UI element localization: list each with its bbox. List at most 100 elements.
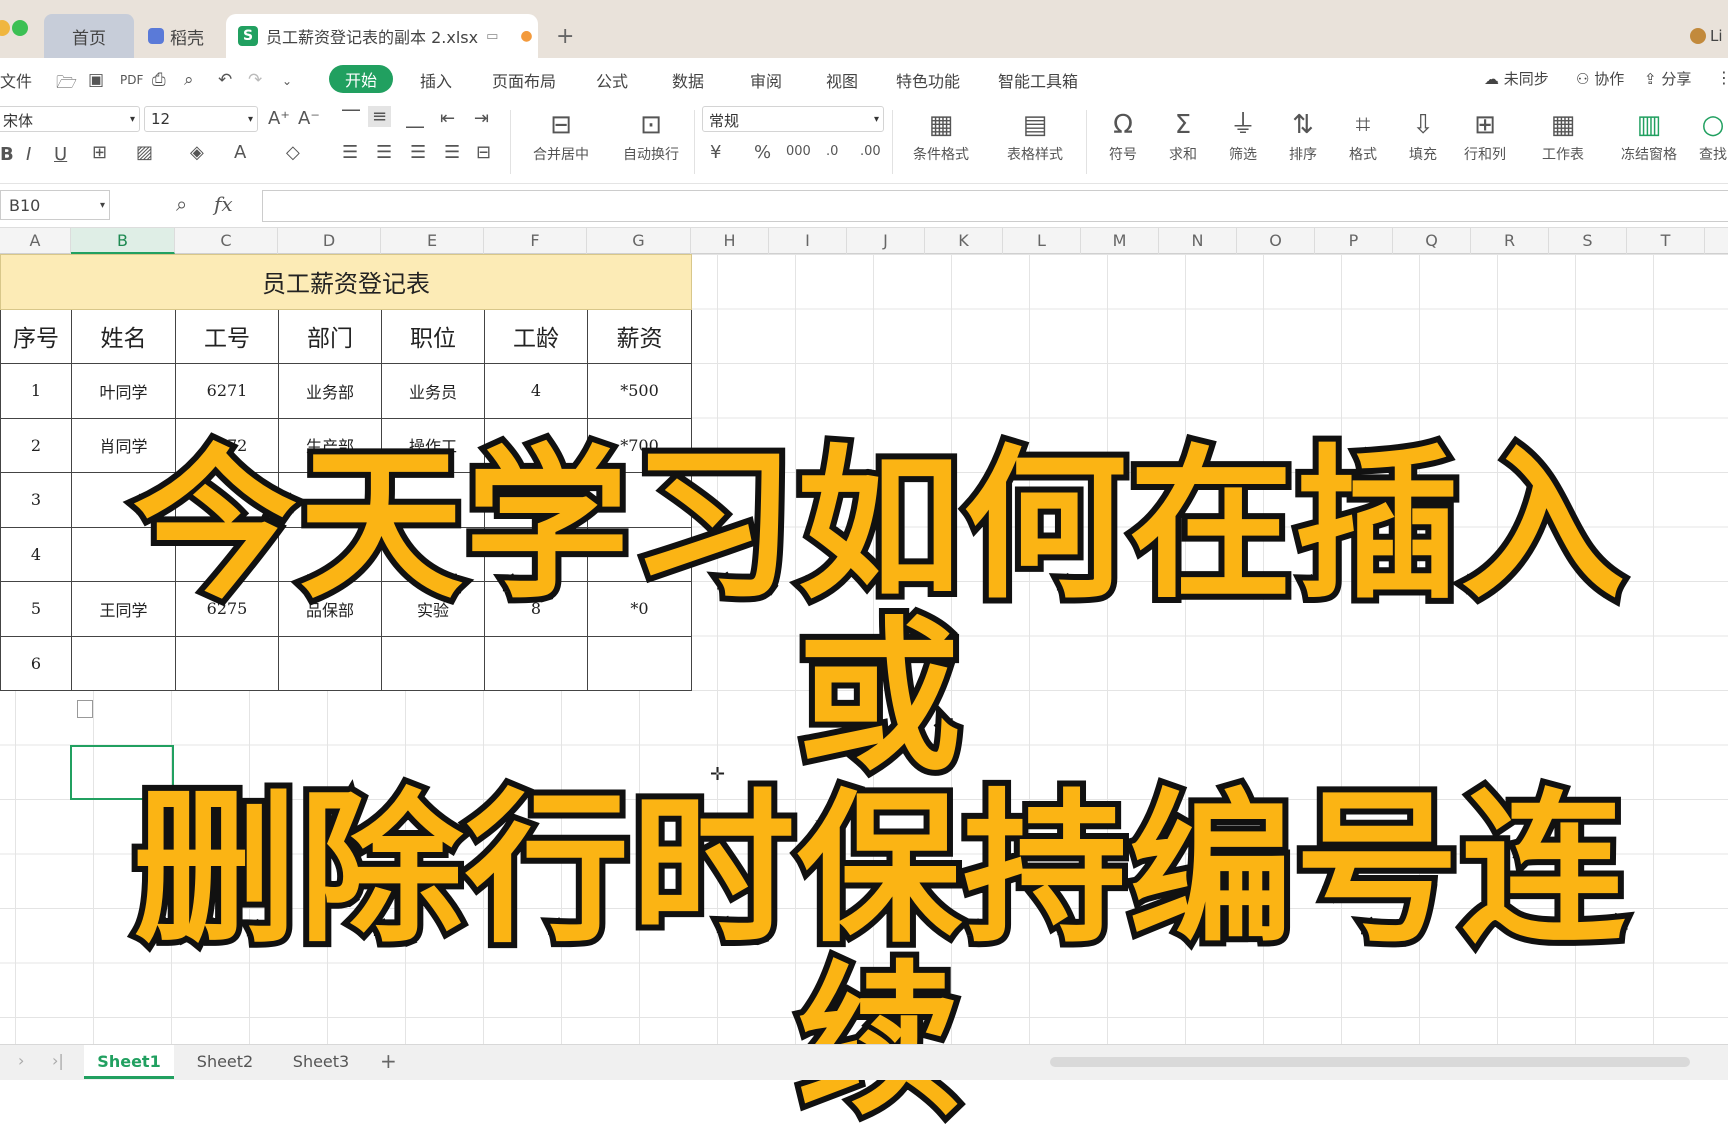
clear-format-icon[interactable]: ◇	[286, 142, 300, 163]
find-button[interactable]: ○ 查找	[1698, 108, 1728, 164]
sheet-tab-2[interactable]: Sheet2	[180, 1045, 270, 1079]
table-cell[interactable]: 1	[0, 363, 72, 419]
decrease-decimal-icon[interactable]: .00	[860, 144, 881, 159]
column-header[interactable]: E	[381, 228, 484, 254]
sync-status[interactable]: ☁ 未同步	[1484, 68, 1549, 89]
freeze-panes-button[interactable]: ▥ 冻结窗格	[1614, 108, 1684, 164]
column-header[interactable]: J	[847, 228, 925, 254]
column-header[interactable]: O	[1237, 228, 1315, 254]
prev-sheet-icon[interactable]: ›	[18, 1051, 24, 1070]
header-cell[interactable]: 工龄	[484, 308, 588, 364]
column-header[interactable]: R	[1471, 228, 1549, 254]
column-header[interactable]: H	[691, 228, 769, 254]
header-cell[interactable]: 职位	[381, 308, 485, 364]
share-button[interactable]: ⇪ 分享	[1644, 68, 1691, 89]
currency-icon[interactable]: ¥	[710, 142, 721, 163]
menu-formulas[interactable]: 公式	[596, 68, 628, 92]
fill-color-icon[interactable]: ◈	[190, 142, 204, 163]
menu-view[interactable]: 视图	[826, 68, 858, 92]
add-sheet-icon[interactable]: +	[380, 1049, 397, 1073]
header-cell[interactable]: 薪资	[587, 308, 692, 364]
cell-style-icon[interactable]: ▨	[136, 142, 153, 163]
header-cell[interactable]: 姓名	[71, 308, 176, 364]
percent-icon[interactable]: %	[754, 142, 771, 163]
align-middle-icon[interactable]: ≡	[368, 106, 392, 127]
save-icon[interactable]: ▣	[88, 70, 110, 90]
print-icon[interactable]: ⎙	[152, 70, 174, 90]
underline-icon[interactable]: U	[54, 144, 67, 165]
name-box[interactable]: B10 ▾	[0, 190, 110, 220]
menu-data[interactable]: 数据	[672, 68, 704, 92]
bold-icon[interactable]: B	[0, 144, 14, 165]
align-right-icon[interactable]: ☰	[410, 142, 426, 163]
column-header[interactable]: C	[175, 228, 278, 254]
menu-review[interactable]: 审阅	[750, 68, 782, 92]
table-cell[interactable]: 6271	[175, 363, 279, 419]
column-header[interactable]: K	[925, 228, 1003, 254]
table-style-button[interactable]: ▤ 表格样式	[1000, 108, 1070, 164]
horizontal-scrollbar[interactable]	[1050, 1057, 1690, 1067]
table-cell[interactable]: 叶同学	[71, 363, 176, 419]
increase-decimal-icon[interactable]: .0	[826, 144, 838, 159]
table-cell[interactable]: 业务员	[381, 363, 485, 419]
menu-file[interactable]: 文件	[0, 68, 32, 92]
quick-access-dropdown-icon[interactable]: ⌄	[282, 74, 304, 94]
worksheet-button[interactable]: ▦ 工作表	[1528, 108, 1598, 164]
table-cell[interactable]: 4	[484, 363, 588, 419]
number-format-select[interactable]: 常规 ▾	[702, 106, 884, 132]
font-size-select[interactable]: 12 ▾	[144, 106, 258, 132]
header-cell[interactable]: 部门	[278, 308, 382, 364]
column-header[interactable]: F	[484, 228, 587, 254]
header-cell[interactable]: 工号	[175, 308, 279, 364]
user-account[interactable]: Li	[1690, 14, 1723, 58]
tab-document[interactable]: S 员工薪资登记表的副本 2.xlsx ▭ ●	[226, 14, 538, 58]
new-tab-button[interactable]: +	[556, 14, 574, 58]
table-title[interactable]: 员工薪资登记表	[0, 254, 692, 310]
italic-icon[interactable]: I	[26, 144, 31, 165]
sheet-tab-1[interactable]: Sheet1	[84, 1045, 174, 1079]
redo-icon[interactable]: ↷	[248, 70, 270, 90]
more-icon[interactable]: ⋮	[1716, 68, 1728, 87]
column-header[interactable]: L	[1003, 228, 1081, 254]
print-preview-icon[interactable]: ⌕	[184, 70, 206, 90]
border-icon[interactable]: ⊞	[92, 142, 107, 163]
increase-indent-icon[interactable]: ⇥	[474, 108, 489, 129]
window-zoom-control[interactable]	[12, 20, 28, 36]
font-color-icon[interactable]: A	[234, 142, 246, 163]
header-cell[interactable]: 序号	[0, 308, 72, 364]
font-grow-icon[interactable]: A⁺	[268, 108, 290, 129]
menu-start[interactable]: 开始	[329, 65, 394, 93]
tab-docer[interactable]: 稻壳	[140, 14, 220, 58]
column-header[interactable]: Q	[1393, 228, 1471, 254]
align-center-icon[interactable]: ☰	[376, 142, 392, 163]
open-folder-icon[interactable]: 🗁	[56, 70, 78, 93]
fill-button[interactable]: ⇩ 填充	[1388, 108, 1458, 164]
merge-center-button[interactable]: ⊟ 合并居中	[526, 108, 596, 164]
column-header[interactable]: S	[1549, 228, 1627, 254]
collab-button[interactable]: ⚇ 协作	[1576, 68, 1624, 89]
formula-input[interactable]	[262, 190, 1728, 222]
column-header[interactable]: A	[0, 228, 71, 254]
sheet-tab-3[interactable]: Sheet3	[276, 1045, 366, 1079]
menu-smart-toolbox[interactable]: 智能工具箱	[998, 68, 1078, 92]
fx-icon[interactable]: fx	[214, 192, 233, 216]
column-header[interactable]: M	[1081, 228, 1159, 254]
conditional-format-button[interactable]: ▦ 条件格式	[906, 108, 976, 164]
tab-home[interactable]: 首页	[44, 14, 134, 58]
column-header[interactable]: T	[1627, 228, 1705, 254]
column-header[interactable]: P	[1315, 228, 1393, 254]
window-minimize-control[interactable]	[0, 20, 10, 36]
menu-special-features[interactable]: 特色功能	[896, 68, 960, 92]
font-name-select[interactable]: 宋体 ▾	[0, 106, 140, 132]
pdf-icon[interactable]: PDF	[120, 73, 143, 93]
column-header[interactable]: N	[1159, 228, 1237, 254]
table-cell[interactable]: *500	[587, 363, 692, 419]
menu-insert[interactable]: 插入	[420, 68, 452, 92]
column-header[interactable]: D	[278, 228, 381, 254]
column-header[interactable]: G	[587, 228, 691, 254]
undo-icon[interactable]: ↶	[218, 70, 240, 90]
align-bottom-icon[interactable]: ⎽	[406, 108, 424, 129]
distributed-align-icon[interactable]: ⊟	[476, 142, 491, 163]
menu-page-layout[interactable]: 页面布局	[492, 68, 556, 92]
table-cell[interactable]: 业务部	[278, 363, 382, 419]
